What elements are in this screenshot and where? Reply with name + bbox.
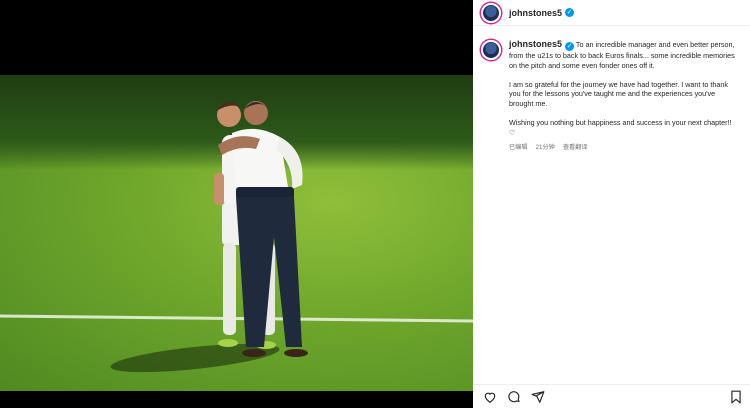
- bookmark-icon[interactable]: [730, 390, 742, 404]
- caption-avatar[interactable]: [481, 40, 501, 60]
- avatar[interactable]: [481, 2, 501, 23]
- heart-icon[interactable]: [483, 390, 497, 404]
- players-embracing-illustration: [214, 101, 308, 357]
- post-photo: [0, 75, 473, 391]
- post-header: johnstones5 ✓: [473, 0, 750, 26]
- caption-paragraph-2: I am so grateful for the journey we have…: [509, 79, 728, 108]
- see-translation-link[interactable]: 查看翻译: [563, 144, 588, 151]
- edited-label: 已编辑: [509, 143, 528, 151]
- caption-username-link[interactable]: johnstones5: [509, 39, 562, 49]
- verified-icon: ✓: [565, 8, 575, 17]
- share-icon[interactable]: [531, 390, 545, 404]
- post-details-panel: johnstones5 ✓ johnstones5 ✓ To an incredi…: [473, 0, 750, 408]
- caption-paragraph-3: Wishing you nothing but happiness and su…: [509, 118, 732, 137]
- action-bar: [473, 384, 750, 408]
- caption-paragraph-1: johnstones5 ✓ To an incredible manager an…: [509, 39, 737, 70]
- timestamp[interactable]: 21分钟: [536, 144, 555, 151]
- caption-body: johnstones5 ✓ To an incredible manager an…: [509, 39, 737, 153]
- username-link[interactable]: johnstones5: [509, 8, 562, 18]
- post-media[interactable]: [0, 0, 473, 408]
- comment-icon[interactable]: [507, 390, 521, 404]
- caption-meta: 已编辑 21分钟 查看翻译: [509, 143, 737, 153]
- caption-block: johnstones5 ✓ To an incredible manager an…: [481, 39, 743, 153]
- caption-verified-icon: ✓: [565, 42, 575, 51]
